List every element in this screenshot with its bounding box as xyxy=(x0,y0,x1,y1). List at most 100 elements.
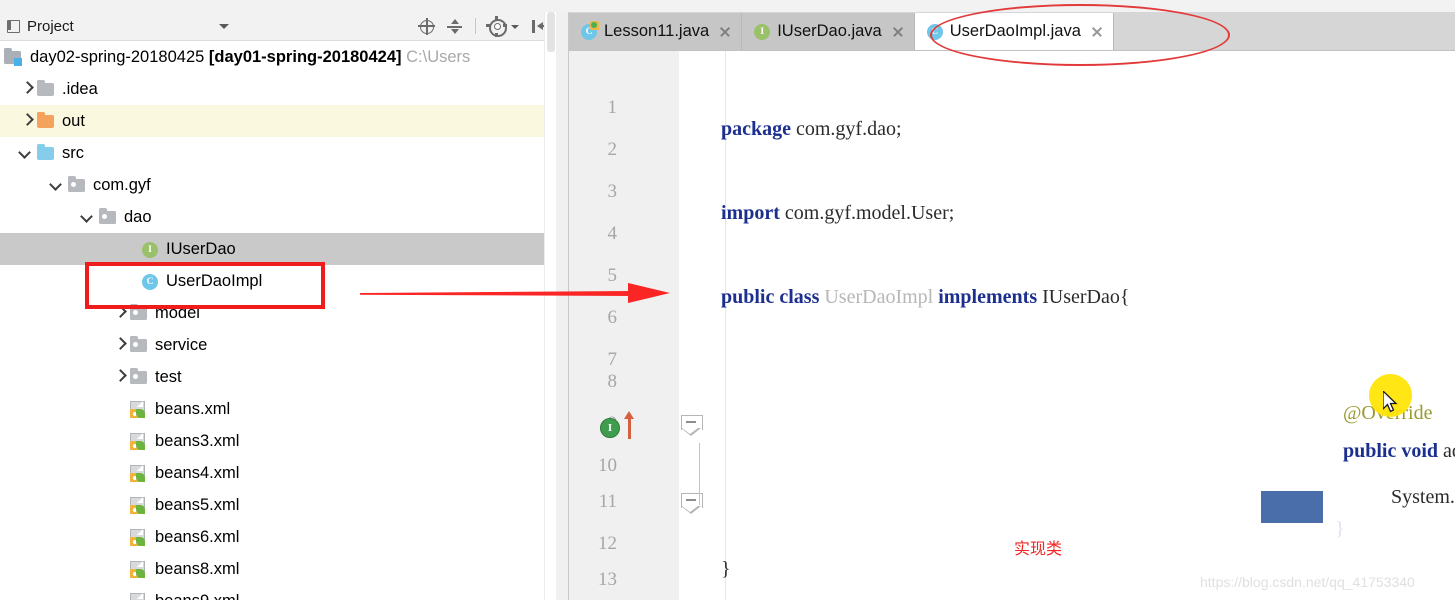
gear-icon[interactable] xyxy=(486,15,507,37)
interface-icon: I xyxy=(753,23,771,41)
code-line-5: public class UserDaoImpl implements IUse… xyxy=(691,263,1129,332)
code-line-3: import com.gyf.model.User; xyxy=(691,179,954,248)
tree-item-label: IUserDao xyxy=(166,239,236,258)
line-number: 13 xyxy=(598,569,617,590)
xml-spring-icon xyxy=(129,399,149,419)
tree-item-module-root[interactable]: day02-spring-20180425 [day01-spring-2018… xyxy=(0,41,556,73)
tree-item-beans6-xml[interactable]: beans6.xml xyxy=(0,521,556,553)
chevron-right-icon[interactable] xyxy=(109,335,129,355)
tab-lesson11-java[interactable]: C Lesson11.java xyxy=(569,13,743,50)
tree-item-label: service xyxy=(155,335,208,354)
tree-item-beans3-xml[interactable]: beans3.xml xyxy=(0,425,556,457)
code-line-11: } xyxy=(1305,495,1345,564)
chevron-right-icon[interactable] xyxy=(109,367,129,387)
collapse-all-icon[interactable] xyxy=(445,17,464,36)
code-line-10: System.out.println("dao 添加用户:" + user); xyxy=(1361,457,1455,532)
tree-item-dao[interactable]: dao xyxy=(0,201,556,233)
tree-item-label: beans4.xml xyxy=(155,463,240,482)
folder-grey-icon xyxy=(36,79,56,99)
line-number: 12 xyxy=(598,533,617,554)
page-title: Project xyxy=(27,17,74,35)
tree-item-service[interactable]: service xyxy=(0,329,556,361)
tree-item-label: beans8.xml xyxy=(155,559,240,578)
code-text: com.gyf.model.User; xyxy=(779,202,955,224)
interface-badge-letter: I xyxy=(754,23,771,40)
implementing-marker-letter: I xyxy=(600,418,620,438)
tree-item-label: out xyxy=(62,111,85,130)
chevron-down-icon[interactable] xyxy=(216,18,232,34)
tree-item-beans8-xml[interactable]: beans8.xml xyxy=(0,553,556,585)
tree-item-label: beans.xml xyxy=(155,399,231,418)
folder-blue-icon xyxy=(36,143,56,163)
code-line-12: } xyxy=(691,535,731,600)
red-highlight-ellipse xyxy=(930,4,1230,66)
code-class-name: UserDaoImpl xyxy=(819,286,939,308)
implementing-method-marker[interactable]: I xyxy=(600,416,622,438)
close-icon[interactable] xyxy=(718,25,732,39)
tree-item-label: beans6.xml xyxy=(155,527,240,546)
line-number: 2 xyxy=(607,139,618,160)
xml-spring-icon xyxy=(129,559,149,579)
tree-item-beans9-xml[interactable]: beans9.xml xyxy=(0,585,556,600)
package-icon xyxy=(129,335,149,355)
tab-iuserdao-java[interactable]: I IUserDao.java xyxy=(742,13,915,50)
line-number: 11 xyxy=(598,491,617,512)
close-icon[interactable] xyxy=(891,25,905,39)
line-number-gutter: 1 2 3 4 5 6 7 8 9 10 11 12 13 I xyxy=(569,51,680,600)
code-line-1: package com.gyf.dao; xyxy=(691,95,902,164)
locate-icon[interactable] xyxy=(417,17,436,36)
xml-spring-icon xyxy=(129,591,149,600)
watermark-text: https://blog.csdn.net/qq_41753340 xyxy=(1200,574,1415,590)
code-closing-brace: } xyxy=(1335,518,1345,540)
tree-item-src[interactable]: src xyxy=(0,137,556,169)
tree-item-iuserdao[interactable]: I IUserDao xyxy=(0,233,556,265)
xml-spring-icon xyxy=(129,431,149,451)
tree-item-linked-module: [day01-spring-20180424] xyxy=(208,47,402,66)
chevron-down-icon[interactable] xyxy=(78,207,98,227)
project-tree: day02-spring-20180425 [day01-spring-2018… xyxy=(0,41,556,600)
tree-item-label: dao xyxy=(124,207,152,226)
red-pointer-arrow xyxy=(360,282,672,304)
code-canvas[interactable]: 1 2 3 4 5 6 7 8 9 10 11 12 13 I xyxy=(569,51,1455,600)
tab-label: Lesson11.java xyxy=(604,22,710,40)
tree-item-label: beans3.xml xyxy=(155,431,240,450)
module-icon xyxy=(4,47,24,67)
code-interface-name: IUserDao{ xyxy=(1037,286,1130,308)
fold-toggle-icon[interactable] xyxy=(681,415,703,437)
tree-item-com-gyf[interactable]: com.gyf xyxy=(0,169,556,201)
line-number: 10 xyxy=(598,455,617,476)
chevron-right-icon[interactable] xyxy=(16,79,36,99)
project-window-icon xyxy=(5,18,21,34)
tree-item-label: day02-spring-20180425 xyxy=(30,47,205,66)
tree-item-label: .idea xyxy=(62,79,98,98)
xml-spring-icon xyxy=(129,495,149,515)
chevron-down-icon[interactable] xyxy=(47,175,67,195)
chevron-down-icon[interactable] xyxy=(511,17,520,36)
xml-spring-icon xyxy=(129,463,149,483)
code-keyword: public class xyxy=(721,286,820,308)
tree-item-test[interactable]: test xyxy=(0,361,556,393)
tree-item-beans4-xml[interactable]: beans4.xml xyxy=(0,457,556,489)
tree-item-label: test xyxy=(155,367,182,386)
project-panel-toolbar xyxy=(417,12,548,40)
tree-item-beans-xml[interactable]: beans.xml xyxy=(0,393,556,425)
tree-item-idea[interactable]: .idea xyxy=(0,73,556,105)
editor-left-strip xyxy=(556,12,569,600)
project-panel-header: Project xyxy=(0,12,556,41)
red-highlight-box xyxy=(85,262,325,309)
chevron-right-icon[interactable] xyxy=(16,111,36,131)
line-number: 1 xyxy=(607,97,618,118)
tree-item-out[interactable]: out xyxy=(0,105,556,137)
tree-item-label: beans5.xml xyxy=(155,495,240,514)
tree-item-beans5-xml[interactable]: beans5.xml xyxy=(0,489,556,521)
chevron-down-icon[interactable] xyxy=(16,143,36,163)
code-text: com.gyf.dao; xyxy=(791,118,902,140)
class-run-icon: C xyxy=(580,20,599,41)
interface-icon: I xyxy=(140,239,160,259)
tree-item-label: beans9.xml xyxy=(155,592,239,600)
fold-region-line xyxy=(699,443,701,505)
folder-orange-icon xyxy=(36,111,56,131)
scrollbar-thumb[interactable] xyxy=(547,12,555,52)
tree-item-path: C:\Users xyxy=(406,47,471,66)
override-arrow-icon[interactable] xyxy=(623,411,637,439)
